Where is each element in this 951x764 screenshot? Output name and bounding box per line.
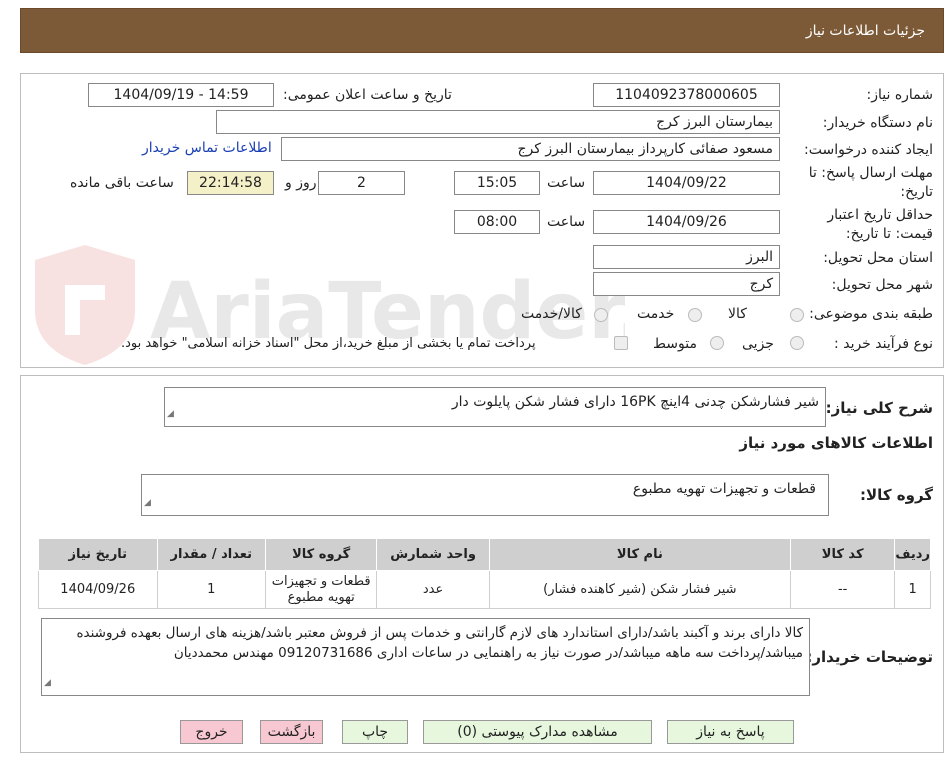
category-goods-radio[interactable] bbox=[790, 308, 804, 322]
table-header-row: ردیف کد کالا نام کالا واحد شمارش گروه کا… bbox=[38, 538, 931, 571]
process-label: نوع فرآیند خرید : bbox=[834, 336, 933, 352]
payment-treasury-checkbox[interactable] bbox=[614, 336, 628, 350]
col-item-code: کد کالا bbox=[789, 538, 896, 571]
buyer-org-field: بیمارستان البرز کرج bbox=[216, 110, 780, 134]
need-number-field: 1104092378000605 bbox=[593, 83, 780, 107]
announce-label: تاریخ و ساعت اعلان عمومی: bbox=[283, 87, 452, 103]
cell-item-name: شیر فشار شکن (شیر کاهنده فشار) bbox=[488, 570, 791, 609]
cell-row-number: 1 bbox=[894, 570, 931, 609]
deadline-date-field: 1404/09/22 bbox=[593, 171, 780, 195]
deadline-label: مهلت ارسال پاسخ: تا bbox=[808, 165, 933, 181]
category-goods-service-label: کالا/خدمت bbox=[521, 306, 582, 322]
summary-textarea: شیر فشارشکن چدنی 4اینچ 16PK دارای فشار ش… bbox=[164, 387, 826, 427]
cell-item-code: -- bbox=[789, 570, 896, 609]
city-field: کرج bbox=[593, 272, 780, 296]
category-service-radio[interactable] bbox=[688, 308, 702, 322]
view-attachments-button[interactable]: مشاهده مدارک پیوستی (0) bbox=[423, 720, 652, 744]
announce-field: 1404/09/19 - 14:59 bbox=[88, 83, 274, 107]
need-number-label: شماره نیاز: bbox=[866, 87, 934, 103]
category-goods-label: کالا bbox=[728, 306, 747, 322]
buyer-notes-label: توضیحات خریدار: bbox=[806, 648, 933, 666]
reply-button[interactable]: پاسخ به نیاز bbox=[667, 720, 794, 744]
cell-group: قطعات و تجهیزات تهویه مطبوع bbox=[264, 570, 378, 609]
col-group: گروه کالا bbox=[264, 538, 378, 571]
col-item-name: نام کالا bbox=[488, 538, 791, 571]
back-button[interactable]: بازگشت bbox=[260, 720, 323, 744]
buyer-notes-text: کالا دارای برند و آکبند باشد/دارای استان… bbox=[76, 625, 803, 661]
resize-grip-icon[interactable]: ◢ bbox=[144, 493, 151, 513]
cell-need-date: 1404/09/26 bbox=[38, 570, 158, 609]
resize-grip-icon[interactable]: ◢ bbox=[167, 404, 174, 424]
summary-text: شیر فشارشکن چدنی 4اینچ 16PK دارای فشار ش… bbox=[451, 394, 819, 410]
category-label: طبقه بندی موضوعی: bbox=[809, 306, 933, 322]
col-need-date: تاریخ نیاز bbox=[38, 538, 158, 571]
cell-unit: عدد bbox=[376, 570, 490, 609]
page-title: جزئیات اطلاعات نیاز bbox=[805, 23, 925, 39]
validity-time-label: ساعت bbox=[547, 214, 586, 230]
col-unit: واحد شمارش bbox=[376, 538, 490, 571]
table-row: 1 -- شیر فشار شکن (شیر کاهنده فشار) عدد … bbox=[38, 570, 931, 609]
col-row-number: ردیف bbox=[894, 538, 931, 571]
process-partial-label: جزیی bbox=[742, 336, 774, 352]
validity-date-field: 1404/09/26 bbox=[593, 210, 780, 234]
category-goods-service-radio[interactable] bbox=[594, 308, 608, 322]
goods-group-label: گروه کالا: bbox=[860, 486, 933, 504]
goods-info-title: اطلاعات کالاهای مورد نیاز bbox=[739, 434, 933, 452]
goods-group-text: قطعات و تجهیزات تهویه مطبوع bbox=[632, 481, 816, 497]
province-field: البرز bbox=[593, 245, 780, 269]
payment-note: پرداخت تمام یا بخشی از مبلغ خرید،از محل … bbox=[121, 336, 536, 351]
resize-grip-icon[interactable]: ◢ bbox=[44, 673, 51, 693]
creator-label: ایجاد کننده درخواست: bbox=[804, 142, 933, 158]
exit-button[interactable]: خروج bbox=[180, 720, 243, 744]
category-service-label: خدمت bbox=[637, 306, 675, 322]
page-header: جزئیات اطلاعات نیاز bbox=[20, 8, 944, 53]
validity-label-2: قیمت: تا تاریخ: bbox=[845, 226, 933, 242]
process-medium-radio[interactable] bbox=[710, 336, 724, 350]
remaining-time-field: 22:14:58 bbox=[187, 171, 274, 195]
validity-time-field: 08:00 bbox=[454, 210, 540, 234]
days-label: روز و bbox=[285, 175, 317, 191]
goods-group-textarea: قطعات و تجهیزات تهویه مطبوع ◢ bbox=[141, 474, 829, 516]
creator-field: مسعود صفائی کارپرداز بیمارستان البرز کرج bbox=[281, 137, 780, 161]
days-field: 2 bbox=[318, 171, 405, 195]
buyer-notes-textarea: کالا دارای برند و آکبند باشد/دارای استان… bbox=[41, 618, 810, 696]
buyer-contact-link[interactable]: اطلاعات تماس خریدار bbox=[142, 140, 272, 156]
city-label: شهر محل تحویل: bbox=[831, 277, 933, 293]
print-button[interactable]: چاپ bbox=[342, 720, 408, 744]
process-medium-label: متوسط bbox=[653, 336, 697, 352]
buyer-org-label: نام دستگاه خریدار: bbox=[822, 115, 933, 131]
deadline-time-label: ساعت bbox=[547, 175, 586, 191]
province-label: استان محل تحویل: bbox=[823, 250, 933, 266]
col-quantity: تعداد / مقدار bbox=[156, 538, 266, 571]
process-partial-radio[interactable] bbox=[790, 336, 804, 350]
validity-label: حداقل تاریخ اعتبار bbox=[827, 207, 933, 223]
deadline-label-2: تاریخ: bbox=[900, 184, 933, 200]
deadline-time-field: 15:05 bbox=[454, 171, 540, 195]
summary-label: شرح کلی نیاز: bbox=[825, 399, 933, 417]
items-table: ردیف کد کالا نام کالا واحد شمارش گروه کا… bbox=[38, 538, 931, 609]
remaining-label: ساعت باقی مانده bbox=[70, 175, 174, 191]
cell-quantity: 1 bbox=[156, 570, 266, 609]
